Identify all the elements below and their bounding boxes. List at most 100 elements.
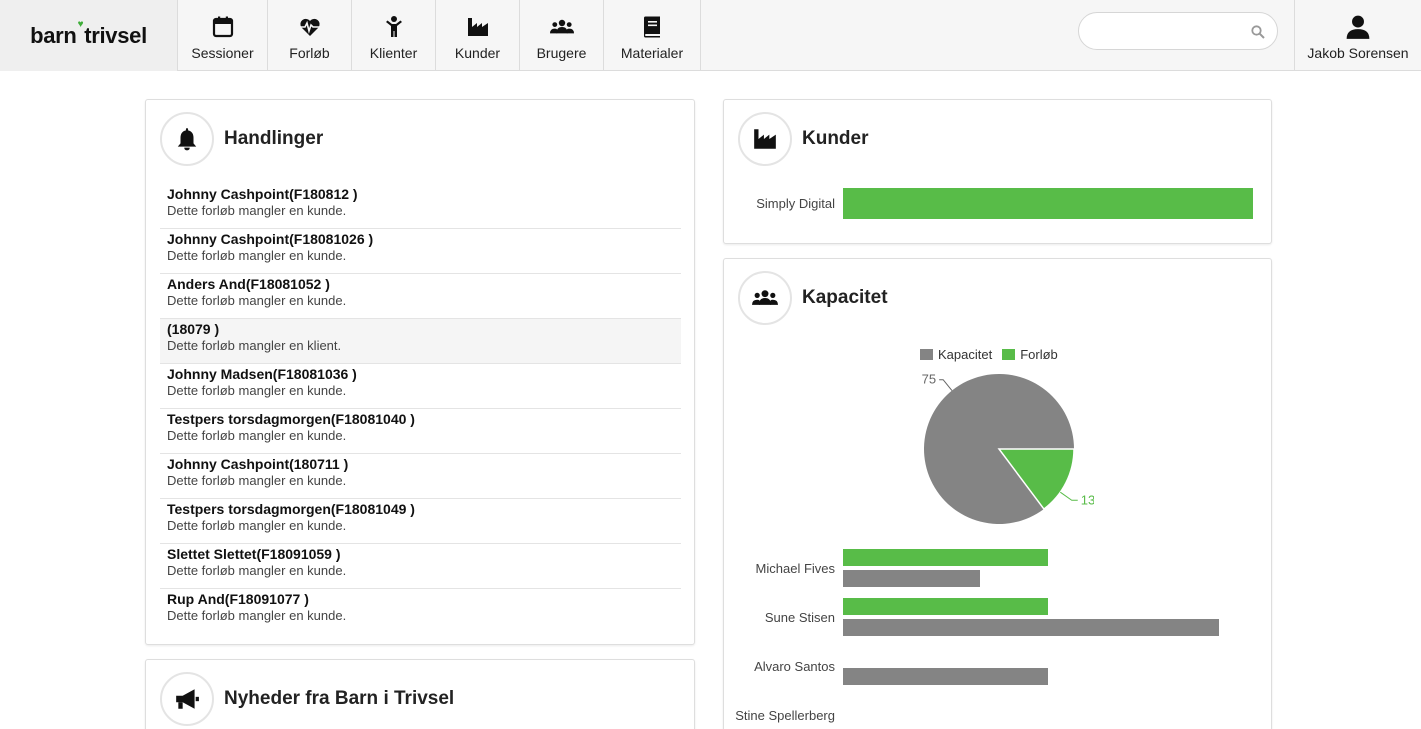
logo[interactable]: barn ♥ trivsel (0, 0, 178, 71)
icon-circle (160, 112, 214, 166)
user-menu[interactable]: Jakob Sorensen (1294, 0, 1421, 71)
nav-label: Kunder (454, 44, 501, 61)
child-icon (385, 15, 402, 37)
nav-item-materialer[interactable]: Materialer (604, 0, 701, 71)
heartbeat-icon (299, 18, 320, 36)
icon-circle (160, 672, 214, 726)
action-item[interactable]: (18079 ) Dette forløb mangler en klient. (160, 319, 681, 364)
main-nav: Sessioner Forløb Klienter Kunder Brugere… (178, 0, 701, 71)
users-icon (549, 19, 574, 33)
nav-label: Brugere (536, 44, 587, 61)
panel-title: Handlinger (224, 128, 324, 149)
logo-text-left: barn (30, 22, 77, 48)
panel-header: Kunder (738, 112, 869, 166)
bell-icon (177, 128, 197, 151)
kapacitet-bar-label: Stine Spellerberg (735, 708, 835, 723)
action-subtitle: Dette forløb mangler en kunde. (167, 383, 347, 398)
user-name: Jakob Sorensen (1307, 45, 1409, 61)
kapacitet-bar-label: Michael Fives (755, 561, 835, 576)
user-icon (1346, 15, 1370, 39)
action-title: Johnny Cashpoint(F180812 ) (167, 186, 358, 202)
action-title: Rup And(F18091077 ) (167, 591, 309, 607)
kunder-bar[interactable] (843, 188, 1253, 219)
kunder-panel: Kunder Simply Digital (723, 99, 1272, 244)
kapacitet-panel: Kapacitet Kapacitet Forløb 75 13 Michael … (723, 258, 1272, 729)
kapacitet-bar-kapacitet[interactable] (843, 668, 1048, 685)
pie-value-label: 75 (922, 372, 936, 387)
logo-text-right: trivsel (84, 22, 147, 48)
action-subtitle: Dette forløb mangler en kunde. (167, 428, 347, 443)
action-subtitle: Dette forløb mangler en klient. (167, 338, 342, 353)
pie-leader-line (939, 379, 953, 391)
kapacitet-bar-label: Alvaro Santos (754, 659, 835, 674)
action-subtitle: Dette forløb mangler en kunde. (167, 293, 347, 308)
action-title: Johnny Madsen(F18081036 ) (167, 366, 357, 382)
book-icon (644, 16, 660, 37)
search-box (1078, 12, 1278, 50)
legend-swatch-forlob (1002, 349, 1016, 360)
action-title: (18079 ) (167, 321, 220, 337)
action-subtitle: Dette forløb mangler en kunde. (167, 608, 347, 623)
action-subtitle: Dette forløb mangler en kunde. (167, 203, 347, 218)
legend-label-forlob: Forløb (1020, 347, 1058, 362)
search-input[interactable] (1093, 22, 1243, 42)
action-item[interactable]: Johnny Cashpoint(F18081026 ) Dette forløb… (160, 229, 681, 274)
kapacitet-bar-kapacitet[interactable] (843, 619, 1219, 636)
icon-circle (738, 112, 792, 166)
factory-icon (467, 17, 488, 36)
action-item[interactable]: Testpers torsdagmorgen(F18081040 ) Dette … (160, 409, 681, 454)
action-title: Johnny Cashpoint(180711 ) (167, 456, 349, 472)
kapacitet-bar-forlob[interactable] (843, 598, 1048, 615)
action-item[interactable]: Slettet Slettet(F18091059 ) Dette forløb … (160, 544, 681, 589)
nav-item-klienter[interactable]: Klienter (352, 0, 436, 71)
users-icon (752, 290, 778, 305)
search-icon[interactable] (1251, 25, 1265, 39)
panel-title: Nyheder fra Barn i Trivsel (224, 688, 455, 709)
handlinger-panel: Handlinger Johnny Cashpoint(F180812 ) Det… (145, 99, 695, 645)
action-subtitle: Dette forløb mangler en kunde. (167, 473, 347, 488)
action-item[interactable]: Rup And(F18091077 ) Dette forløb mangler … (160, 589, 681, 634)
action-subtitle: Dette forløb mangler en kunde. (167, 248, 347, 263)
nav-label: Materialer (620, 44, 684, 61)
action-item[interactable]: Johnny Madsen(F18081036 ) Dette forløb ma… (160, 364, 681, 409)
legend-label-kapacitet: Kapacitet (938, 347, 993, 362)
action-item[interactable]: Testpers torsdagmorgen(F18081049 ) Dette … (160, 499, 681, 544)
panel-title: Kunder (802, 128, 869, 149)
action-subtitle: Dette forløb mangler en kunde. (167, 563, 347, 578)
kapacitet-bar-kapacitet[interactable] (843, 570, 980, 587)
factory-icon (754, 129, 776, 149)
nav-item-kunder[interactable]: Kunder (436, 0, 520, 71)
action-item[interactable]: Anders And(F18081052 ) Dette forløb mangl… (160, 274, 681, 319)
action-list: Johnny Cashpoint(F180812 ) Dette forløb m… (160, 184, 681, 634)
panel-header: Nyheder fra Barn i Trivsel (160, 672, 454, 726)
nav-item-forlob[interactable]: Forløb (268, 0, 352, 71)
heart-icon: ♥ (77, 19, 84, 30)
action-title: Anders And(F18081052 ) (167, 276, 330, 292)
action-title: Slettet Slettet(F18091059 ) (167, 546, 341, 562)
calendar-icon (212, 16, 233, 37)
panel-title: Kapacitet (802, 287, 888, 308)
action-title: Testpers torsdagmorgen(F18081040 ) (167, 411, 415, 427)
action-title: Johnny Cashpoint(F18081026 ) (167, 231, 374, 247)
megaphone-icon (176, 689, 199, 709)
kapacitet-pie-chart: 75 13 (922, 372, 1094, 524)
nav-label: Klienter (369, 44, 418, 61)
action-item[interactable]: Johnny Cashpoint(F180812 ) Dette forløb m… (160, 184, 681, 229)
action-title: Testpers torsdagmorgen(F18081049 ) (167, 501, 415, 517)
nav-item-brugere[interactable]: Brugere (520, 0, 604, 71)
action-subtitle: Dette forløb mangler en kunde. (167, 518, 347, 533)
kapacitet-bar-forlob[interactable] (843, 549, 1048, 566)
kapacitet-bar-label: Sune Stisen (764, 610, 835, 625)
nav-label: Sessioner (191, 44, 254, 61)
top-navbar: barn ♥ trivsel Sessioner Forløb Klienter K… (0, 0, 1421, 71)
nyheder-panel: Nyheder fra Barn i Trivsel (145, 659, 695, 729)
action-item[interactable]: Johnny Cashpoint(180711 ) Dette forløb ma… (160, 454, 681, 499)
panel-header: Kapacitet (738, 271, 888, 325)
pie-legend: Kapacitet Forløb (920, 347, 1058, 362)
panel-header: Handlinger (160, 112, 323, 166)
icon-circle (738, 271, 792, 325)
nav-item-sessioner[interactable]: Sessioner (178, 0, 268, 71)
pie-value-label: 13 (1081, 492, 1094, 507)
nav-label: Forløb (289, 44, 330, 61)
kunder-bar-label: Simply Digital (756, 196, 835, 211)
